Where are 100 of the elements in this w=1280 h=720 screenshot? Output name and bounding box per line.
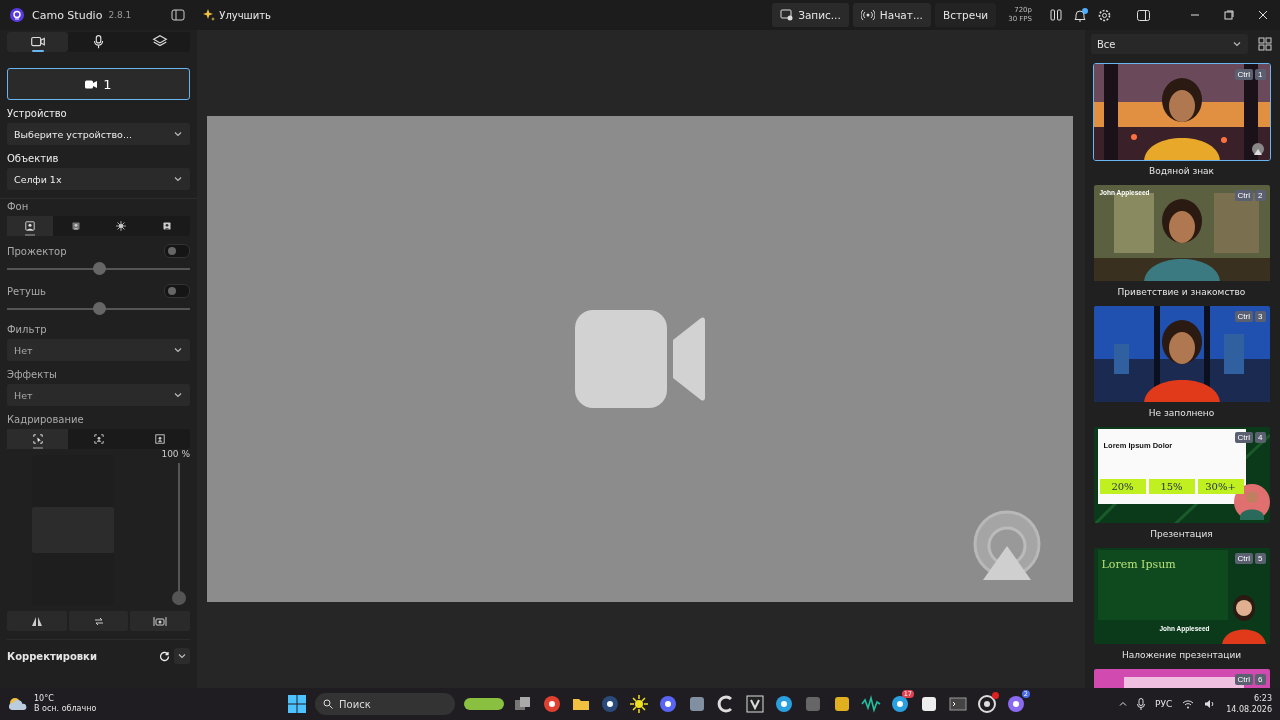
clock-date: 14.08.2026 (1226, 704, 1272, 715)
app-icon[interactable] (629, 694, 649, 714)
video-camera-icon (575, 310, 705, 408)
shortcut-key: Ctrl (1234, 69, 1254, 80)
pause-icon[interactable] (1050, 9, 1062, 21)
camera-icon (153, 615, 168, 627)
cloud-icon (8, 697, 28, 711)
scene-caption: Водяной знак (1148, 166, 1214, 176)
chevron-icon (173, 390, 183, 400)
app-icon[interactable] (600, 694, 620, 714)
zoom-label: 100 % (161, 449, 190, 459)
tab[interactable] (7, 32, 68, 52)
sidebar-icon[interactable] (171, 9, 186, 21)
section-label: Фон (7, 201, 30, 212)
dropdown[interactable]: Селфи 1x (7, 168, 190, 190)
shortcut-number: 3 (1255, 311, 1266, 322)
filter-dropdown[interactable]: Все (1091, 34, 1248, 54)
chevron-icon (1232, 39, 1242, 49)
app-icon[interactable] (745, 694, 765, 714)
shortcut-number: 4 (1255, 432, 1266, 443)
snapshot-button[interactable] (130, 611, 190, 631)
section-label: Кадрирование (7, 414, 85, 425)
app-icon[interactable] (890, 694, 910, 714)
shortcut-key: Ctrl (1234, 432, 1254, 443)
scene-caption: Приветствие и знакомство (1117, 287, 1246, 297)
maximize-icon[interactable] (1224, 10, 1234, 20)
shortcut-key: Ctrl (1234, 311, 1254, 322)
panel-icon[interactable] (1137, 9, 1150, 21)
setting-label: Прожектор (7, 245, 67, 257)
field-label: Объектив (7, 153, 60, 164)
settings-icon[interactable] (1098, 8, 1111, 22)
chevron-icon (177, 651, 187, 661)
scene-thumbnail[interactable]: Ctrl 3 (1092, 305, 1271, 403)
search-field[interactable]: Поиск (315, 693, 455, 715)
app-icon[interactable] (977, 694, 997, 714)
field-label: Устройство (7, 108, 68, 119)
toggle-switch[interactable] (164, 244, 190, 258)
slide-title: Lorem Ipsum (1101, 558, 1176, 571)
weather-text: В осн. облачно (34, 704, 97, 714)
slider-thumb[interactable] (92, 262, 106, 275)
app-icon[interactable] (774, 694, 794, 714)
stat-value: 30%+ (1197, 479, 1244, 494)
upgrade-button[interactable]: Улучшить (199, 7, 275, 23)
shortcut-number: 1 (1255, 69, 1266, 80)
bell-icon[interactable] (1074, 8, 1086, 22)
person-frame-icon (22, 219, 37, 233)
shortcut-number: 6 (1255, 674, 1266, 685)
dropdown[interactable]: Нет (7, 384, 190, 406)
chevron-icon (173, 345, 183, 355)
zoom-slider-thumb[interactable] (172, 591, 186, 605)
toolbar-button[interactable]: Встречи (934, 3, 997, 27)
stat-value: 15% (1148, 479, 1195, 494)
scene-caption: Не заполнено (1148, 408, 1215, 418)
expand-button[interactable] (174, 648, 190, 664)
scene-thumbnail[interactable]: Ctrl 1 (1092, 63, 1271, 161)
app-name: Camo Studio (32, 8, 103, 22)
app-icon[interactable] (658, 694, 678, 714)
app-icon[interactable] (832, 694, 852, 714)
scene-thumbnail[interactable]: Ctrl 6 (1092, 668, 1271, 688)
toggle-switch[interactable] (164, 284, 190, 298)
framing-mode-button[interactable] (7, 429, 68, 449)
microphone-icon[interactable] (1137, 698, 1145, 710)
shortcut-key: Ctrl (1234, 674, 1254, 685)
scene-caption: Презентация (1150, 529, 1213, 539)
camera-icon (85, 79, 98, 89)
start-icon[interactable] (288, 695, 306, 713)
shortcut-number: 5 (1255, 553, 1266, 564)
camera-button[interactable]: 1 (7, 68, 190, 100)
flip-button[interactable] (7, 611, 67, 631)
dropdown[interactable]: Выберите устройство... (7, 123, 190, 145)
person-focus-icon (91, 432, 106, 446)
setting-label: Ретушь (7, 285, 46, 297)
chevron-up-icon[interactable] (1119, 700, 1127, 708)
sparkle-icon (203, 9, 216, 21)
version-label: 2.8.1 (108, 10, 132, 20)
app-icon[interactable] (542, 694, 562, 714)
toolbar-button[interactable]: Запис... (772, 3, 849, 27)
rotate-icon (92, 615, 105, 627)
app-icon[interactable] (861, 694, 881, 714)
toolbar-button[interactable]: Начат... (852, 3, 931, 27)
chevron-icon (173, 129, 183, 139)
app-icon[interactable] (1006, 694, 1026, 714)
close-icon[interactable] (1258, 10, 1268, 20)
section-title: Корректировки (7, 650, 98, 662)
shortcut-key: Ctrl (1234, 190, 1254, 201)
language-indicator[interactable]: РУС (1155, 699, 1173, 709)
field-label: Фильтр (7, 324, 48, 335)
person-frame-icon (152, 432, 167, 446)
wifi-icon[interactable] (1182, 699, 1195, 709)
sparkle-icon (114, 219, 129, 233)
app-icon[interactable] (919, 694, 939, 714)
shortcut-number: 2 (1255, 190, 1266, 201)
broadcast-icon (1250, 142, 1265, 156)
grid-icon[interactable] (1258, 37, 1272, 51)
slider-thumb[interactable] (92, 302, 106, 315)
stat-value: 20% (1099, 479, 1146, 494)
rotate-button[interactable] (68, 611, 129, 631)
dropdown[interactable]: Нет (7, 339, 190, 361)
temperature: 10°C (34, 694, 55, 704)
chevron-icon (173, 174, 183, 184)
